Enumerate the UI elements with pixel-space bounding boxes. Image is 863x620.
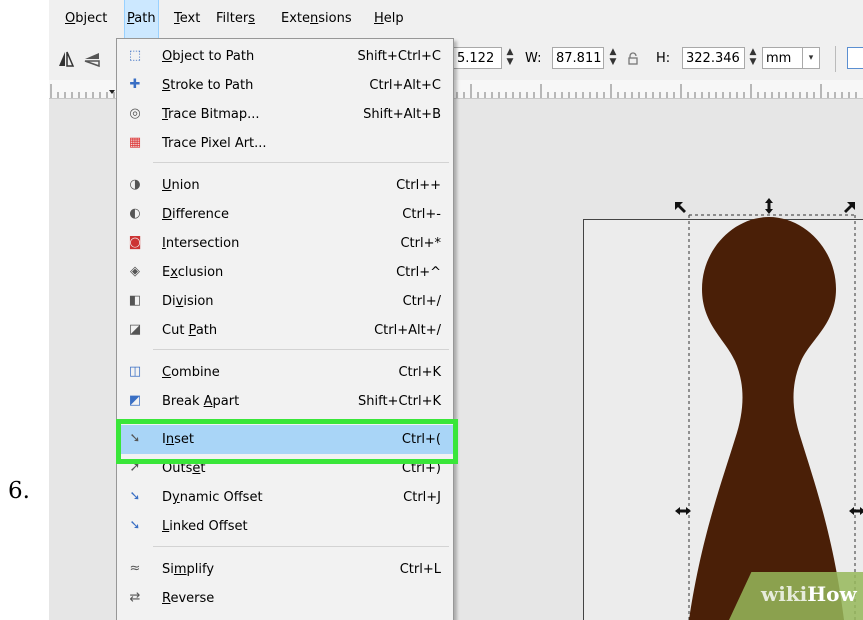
menu-item-trace-bitmap[interactable]: ◎ Trace Bitmap... Shift+Alt+B (117, 100, 453, 129)
flip-vertical-icon[interactable] (83, 50, 101, 68)
menu-item-combine[interactable]: ◫ Combine Ctrl+K (117, 358, 453, 387)
w-field[interactable]: 87.811 (552, 47, 604, 69)
outset-icon: ➚ (129, 460, 141, 475)
menu-extensions[interactable]: Extensions (279, 0, 354, 38)
menu-item-stroke-to-path[interactable]: ✚ Stroke to Path Ctrl+Alt+C (117, 71, 453, 100)
scale-handle-top-left-icon (675, 202, 686, 213)
menu-separator (153, 162, 449, 163)
menu-item-break-apart[interactable]: ◩ Break Apart Shift+Ctrl+K (117, 387, 453, 416)
menu-item-reverse[interactable]: ⇄ Reverse (117, 584, 453, 613)
menu-item-simplify[interactable]: ≈ Simplify Ctrl+L (117, 555, 453, 584)
reverse-icon: ⇄ (129, 590, 141, 605)
menu-item-linked-offset[interactable]: ➘ Linked Offset (117, 512, 453, 541)
menu-text[interactable]: Text (172, 0, 202, 38)
wikihow-watermark: wikiHow (729, 572, 863, 620)
object-to-path-icon: ⬚ (128, 48, 142, 63)
scale-handle-left-icon (675, 507, 691, 515)
selected-shape[interactable] (689, 217, 844, 620)
watermark-text: wikiHow (761, 582, 857, 606)
intersection-icon: ◙ (128, 235, 142, 250)
menu-item-division[interactable]: ◧ Division Ctrl+/ (117, 287, 453, 316)
unit-value: mm (766, 51, 792, 66)
menu-object[interactable]: Object (63, 0, 109, 38)
w-label: W: (525, 51, 542, 66)
path-menu-dropdown: ⬚ Object to Path Shift+Ctrl+C ✚ Stroke t… (116, 38, 454, 620)
h-label: H: (656, 51, 671, 66)
scale-handle-top-icon (765, 198, 773, 214)
trace-pixel-art-icon: ▦ (128, 135, 142, 150)
union-icon: ◑ (129, 177, 141, 192)
unit-select[interactable]: mm ▾ (762, 47, 820, 69)
menu-bar: Object Path Text Filters Extensions Help (49, 0, 863, 39)
break-apart-icon: ◩ (128, 393, 142, 408)
chevron-down-icon: ▾ (802, 48, 819, 68)
menu-item-union[interactable]: ◑ Union Ctrl++ (117, 171, 453, 200)
menu-item-trace-pixel-art[interactable]: ▦ Trace Pixel Art... (117, 129, 453, 158)
menu-item-inset[interactable]: ➘ Inset Ctrl+( (117, 425, 453, 454)
combine-icon: ◫ (128, 364, 142, 379)
menu-separator (153, 546, 449, 547)
stroke-to-path-icon: ✚ (129, 77, 141, 92)
w-spinner[interactable]: ▲ ▼ (607, 47, 619, 69)
difference-icon: ◐ (129, 206, 141, 221)
menu-filters[interactable]: Filters (214, 0, 257, 38)
dynamic-offset-icon: ➘ (129, 489, 141, 504)
h-field[interactable]: 322.346 (682, 47, 745, 69)
inset-icon: ➘ (129, 431, 141, 446)
x-field[interactable]: 5.122 (454, 47, 502, 69)
menu-item-intersection[interactable]: ◙ Intersection Ctrl+* (117, 229, 453, 258)
scale-handle-right-icon (849, 507, 863, 515)
step-number: 6. (8, 478, 30, 504)
menu-path[interactable]: Path (124, 0, 159, 39)
menu-separator (153, 421, 449, 422)
menu-item-outset[interactable]: ➚ Outset Ctrl+) (117, 454, 453, 483)
toolbar-separator (835, 46, 836, 72)
menu-item-difference[interactable]: ◐ Difference Ctrl+- (117, 200, 453, 229)
division-icon: ◧ (128, 293, 142, 308)
cut-path-icon: ◪ (128, 322, 142, 337)
menu-item-exclusion[interactable]: ◈ Exclusion Ctrl+^ (117, 258, 453, 287)
menu-help[interactable]: Help (372, 0, 406, 38)
simplify-icon: ≈ (129, 561, 141, 576)
flip-horizontal-icon[interactable] (57, 50, 75, 68)
linked-offset-icon: ➘ (129, 518, 141, 533)
toolbar-overflow-button[interactable] (847, 47, 863, 69)
inkscape-window: Object Path Text Filters Extensions Help… (49, 0, 863, 620)
menu-item-dynamic-offset[interactable]: ➘ Dynamic Offset Ctrl+J (117, 483, 453, 512)
scale-handle-top-right-icon (844, 202, 855, 213)
h-spinner[interactable]: ▲ ▼ (747, 47, 759, 69)
exclusion-icon: ◈ (130, 264, 140, 279)
menu-separator (153, 349, 449, 350)
lock-icon[interactable] (627, 52, 639, 66)
x-spinner[interactable]: ▲ ▼ (504, 47, 516, 69)
trace-bitmap-icon: ◎ (129, 106, 141, 121)
menu-item-cut-path[interactable]: ◪ Cut Path Ctrl+Alt+/ (117, 316, 453, 345)
menu-item-object-to-path[interactable]: ⬚ Object to Path Shift+Ctrl+C (117, 42, 453, 71)
